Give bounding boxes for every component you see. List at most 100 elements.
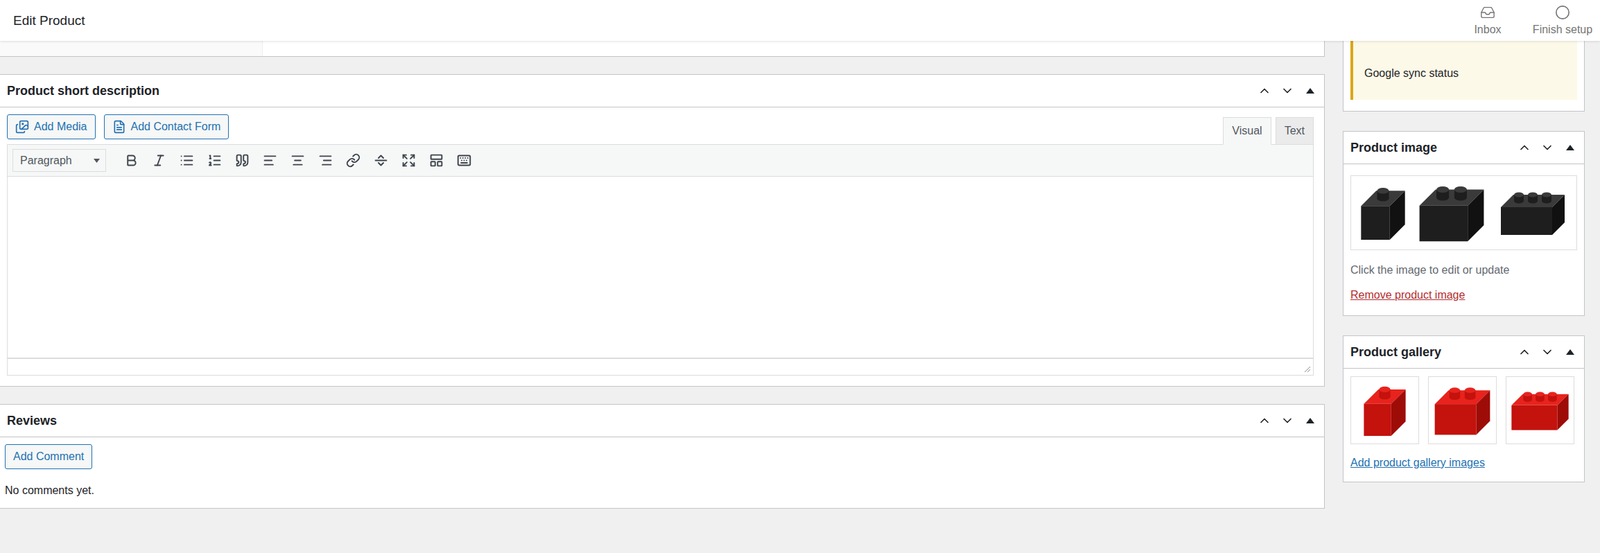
brick-photo bbox=[1352, 379, 1417, 441]
media-icon bbox=[15, 119, 30, 134]
numbered-list-icon bbox=[207, 153, 222, 168]
toggle-icon bbox=[1306, 88, 1315, 94]
empty-reviews-text: No comments yet. bbox=[4, 484, 1320, 498]
link-button[interactable] bbox=[338, 148, 367, 174]
keyboard-button[interactable] bbox=[449, 148, 478, 174]
chevron-up-icon bbox=[1517, 140, 1532, 155]
sidebar: Google sync statusProduct imageClick the… bbox=[1342, 40, 1585, 553]
editor-toolbar: Paragraph bbox=[6, 144, 1314, 177]
move-down-button[interactable] bbox=[1535, 339, 1559, 365]
gallery-thumbnails bbox=[1350, 376, 1580, 445]
chevron-up-icon bbox=[1257, 83, 1272, 98]
bullet-list-icon bbox=[179, 153, 195, 168]
panel-title: Product short description bbox=[6, 83, 160, 99]
product-gallery-panel: Product gallery Add product gallery image… bbox=[1342, 335, 1585, 483]
blockquote-button[interactable] bbox=[228, 148, 256, 174]
keyboard-icon bbox=[456, 153, 472, 168]
panel-header: Reviews bbox=[0, 404, 1325, 438]
google-sync-panel: Google sync status bbox=[1342, 40, 1585, 112]
toggle-icon bbox=[1306, 418, 1315, 424]
editor-tab[interactable]: Visual bbox=[1222, 117, 1271, 145]
add-gallery-images-link[interactable]: Add product gallery images bbox=[1350, 456, 1485, 470]
align-left-button[interactable] bbox=[255, 148, 284, 174]
fullscreen-icon bbox=[401, 153, 416, 168]
toolbar-toggle-button[interactable] bbox=[422, 148, 450, 174]
toggle-panel-button[interactable] bbox=[1298, 78, 1322, 104]
remove-image-link[interactable]: Remove product image bbox=[1350, 289, 1465, 302]
panel-controls bbox=[1252, 408, 1322, 434]
short-description-panel: Product short description Add Media Add Co… bbox=[0, 74, 1325, 387]
align-right-button[interactable] bbox=[311, 148, 339, 174]
read-more-button[interactable] bbox=[366, 148, 395, 174]
italic-icon bbox=[151, 153, 167, 168]
resize-handle-icon[interactable] bbox=[1302, 364, 1311, 373]
editor-content[interactable] bbox=[6, 176, 1314, 359]
inbox-action[interactable]: Inbox bbox=[1450, 0, 1526, 41]
brick-photo bbox=[1413, 178, 1490, 247]
progress-action[interactable]: Finish setup bbox=[1525, 0, 1600, 41]
toolbar-toggle-icon bbox=[429, 153, 444, 168]
main-column: Product short description Add Media Add Co… bbox=[0, 40, 1325, 553]
move-down-button[interactable] bbox=[1275, 408, 1299, 434]
panel-header: Product short description bbox=[0, 74, 1325, 108]
brick-photo bbox=[1493, 186, 1572, 240]
chevron-down-icon bbox=[1280, 83, 1295, 98]
bullet-list-button[interactable] bbox=[172, 148, 201, 174]
reviews-panel: Reviews Add Comment No comments yet. bbox=[0, 404, 1325, 509]
toggle-panel-button[interactable] bbox=[1298, 408, 1322, 434]
chevron-up-icon bbox=[1517, 345, 1532, 360]
brick-photo bbox=[1507, 379, 1573, 441]
add-media-button[interactable]: Add Media bbox=[6, 114, 96, 140]
panel-title: Reviews bbox=[6, 413, 57, 429]
toggle-panel-button[interactable] bbox=[1558, 339, 1582, 365]
brick-photo bbox=[1430, 379, 1495, 441]
panel-header: Product gallery bbox=[1343, 336, 1585, 369]
edit-product-page: Edit Product InboxFinish setup Product sho… bbox=[0, 0, 1600, 553]
product-data-tabs bbox=[0, 40, 263, 57]
bold-button[interactable] bbox=[117, 148, 145, 174]
toggle-panel-button[interactable] bbox=[1558, 135, 1582, 161]
page-title: Edit Product bbox=[13, 13, 86, 29]
move-up-button[interactable] bbox=[1512, 339, 1536, 365]
editor-status-bar bbox=[6, 358, 1314, 376]
move-down-button[interactable] bbox=[1535, 135, 1559, 161]
link-icon bbox=[345, 153, 361, 168]
add-contact-form-button[interactable]: Add Contact Form bbox=[103, 114, 230, 140]
gallery-photo[interactable] bbox=[1505, 376, 1575, 445]
media-buttons: Add Media Add Contact Form bbox=[6, 114, 229, 140]
blockquote-icon bbox=[235, 153, 250, 168]
header-actions: InboxFinish setup bbox=[1450, 0, 1600, 41]
gallery-photo[interactable] bbox=[1428, 376, 1497, 445]
move-up-button[interactable] bbox=[1252, 408, 1276, 434]
editor: Add Media Add Contact Form VisualText Parag… bbox=[0, 107, 1325, 387]
top-bar: Edit Product InboxFinish setup bbox=[0, 0, 1600, 41]
align-center-icon bbox=[290, 153, 306, 168]
chevron-up-icon bbox=[1257, 413, 1272, 428]
chevron-down-icon bbox=[1540, 140, 1555, 155]
product-image-hint: Click the image to edit or update bbox=[1350, 264, 1578, 277]
align-center-button[interactable] bbox=[283, 148, 312, 174]
fullscreen-button[interactable] bbox=[394, 148, 423, 174]
editor-tab[interactable]: Text bbox=[1275, 117, 1314, 145]
product-data-panel bbox=[0, 40, 1325, 57]
product-image[interactable] bbox=[1350, 175, 1578, 251]
numbered-list-button[interactable] bbox=[200, 148, 229, 174]
product-image-panel: Product imageClick the image to edit or … bbox=[1342, 131, 1585, 317]
product-image-body: Click the image to edit or update Remove … bbox=[1343, 164, 1585, 316]
move-down-button[interactable] bbox=[1275, 78, 1299, 104]
panel-controls bbox=[1512, 339, 1582, 365]
panel-header: Product image bbox=[1343, 131, 1585, 165]
panel-controls bbox=[1512, 135, 1582, 161]
format-select[interactable]: Paragraph bbox=[12, 149, 107, 172]
bold-icon bbox=[124, 153, 139, 168]
chevron-down-icon bbox=[1280, 413, 1295, 428]
add-comment-button[interactable]: Add Comment bbox=[4, 444, 93, 470]
gallery-photo[interactable] bbox=[1350, 376, 1420, 445]
chevron-down-icon bbox=[1540, 345, 1555, 360]
editor-tabs: VisualText bbox=[1222, 117, 1314, 145]
toggle-icon bbox=[1566, 144, 1575, 151]
move-up-button[interactable] bbox=[1252, 78, 1276, 104]
panel-controls bbox=[1252, 78, 1322, 104]
move-up-button[interactable] bbox=[1512, 135, 1536, 161]
italic-button[interactable] bbox=[144, 148, 173, 174]
